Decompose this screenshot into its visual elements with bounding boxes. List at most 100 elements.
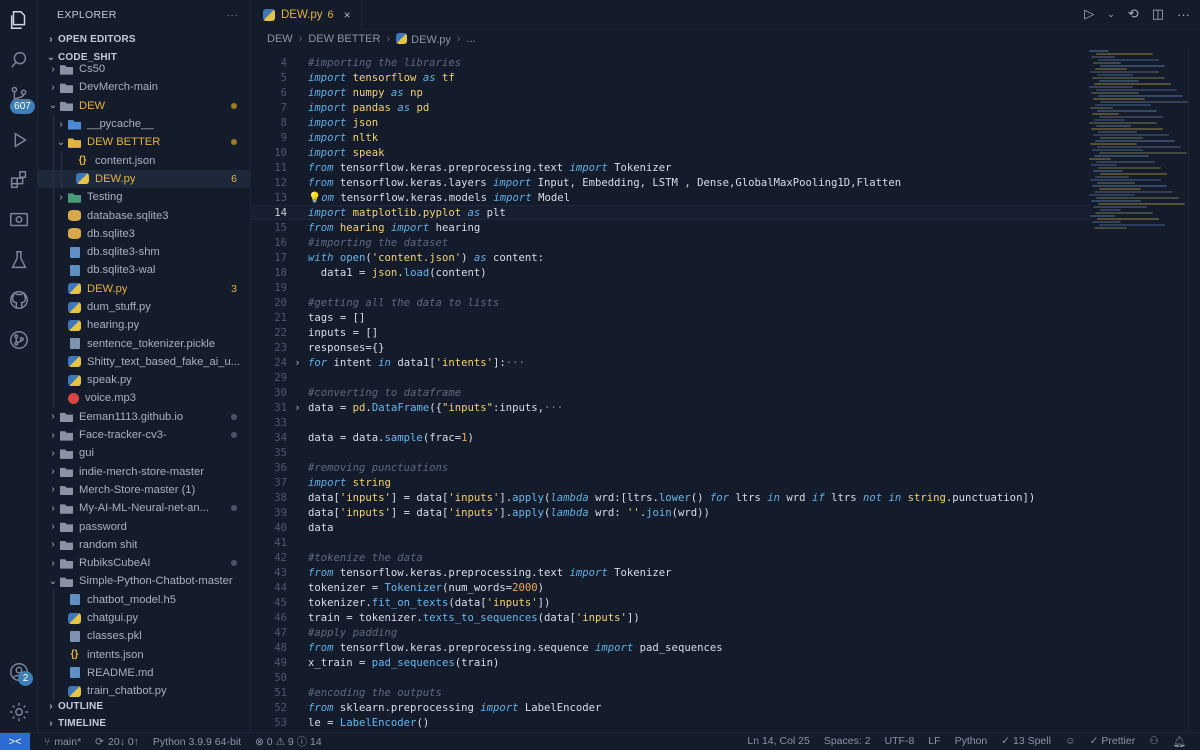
folded-region-ellipsis[interactable]: ··· (506, 357, 525, 369)
tree-folder[interactable]: › Cs50 (38, 60, 250, 78)
tree-folder[interactable]: › My-AI-ML-Neural-net-an... (38, 499, 250, 517)
tree-folder[interactable]: › DevMerch-main (38, 78, 250, 96)
code-line[interactable]: 35 (251, 445, 1091, 460)
branch-indicator[interactable]: ⑂ main* (44, 736, 81, 748)
code-line[interactable]: 16 #importing the dataset (251, 235, 1091, 250)
tree-folder[interactable]: ⌄ DEW (38, 97, 250, 115)
code-line[interactable]: 17 with open('content.json') as content: (251, 250, 1091, 265)
code-line[interactable]: 7 import pandas as pd (251, 100, 1091, 115)
fold-chevron-icon[interactable]: › (287, 402, 308, 414)
tree-file[interactable]: DEW.py 6 (38, 169, 250, 189)
code-line[interactable]: 4 #importing the libraries (251, 55, 1091, 70)
breadcrumb-item[interactable]: DEW BETTER (308, 33, 380, 45)
code-line[interactable]: 45 tokenizer.fit_on_texts(data['inputs']) (251, 595, 1091, 610)
tree-file[interactable]: README.md (38, 663, 250, 683)
code-line[interactable]: 46 train = tokenizer.texts_to_sequences(d… (251, 610, 1091, 625)
code-line[interactable]: 36 #removing punctuations (251, 460, 1091, 475)
code-line[interactable]: 43 from tensorflow.keras.preprocessing.te… (251, 565, 1091, 580)
code-line[interactable]: 33 (251, 415, 1091, 430)
code-line[interactable]: 23 responses={} (251, 340, 1091, 355)
code-line[interactable]: 6 import numpy as np (251, 85, 1091, 100)
code-line[interactable]: 41 (251, 535, 1091, 550)
tree-folder[interactable]: › Eeman1113.github.io (38, 408, 250, 426)
code-line[interactable]: 19 (251, 280, 1091, 295)
more-actions-icon[interactable]: ··· (1177, 7, 1190, 22)
code-line[interactable]: 31 › data = pd.DataFrame({"inputs":inputs,… (251, 400, 1091, 415)
more-actions-icon[interactable]: ··· (227, 9, 238, 21)
notifications-icon[interactable]: 🔔︎ (1173, 735, 1186, 748)
prettier-indicator[interactable]: ✓ Prettier (1090, 735, 1136, 748)
tree-folder[interactable]: › indie-merch-store-master (38, 463, 250, 481)
code-line[interactable]: 42 #tokenize the data (251, 550, 1091, 565)
code-line[interactable]: 15 from hearing import hearing (251, 220, 1091, 235)
tree-folder[interactable]: › Testing (38, 188, 250, 207)
code-line[interactable]: 13 💡om tensorflow.keras.models import Mod… (251, 190, 1091, 205)
copilot-icon[interactable]: ☺ (1065, 735, 1076, 748)
code-line[interactable]: 5 import tensorflow as tf (251, 70, 1091, 85)
sync-indicator[interactable]: ⟳ 20↓ 0↑ (95, 736, 139, 748)
github-icon[interactable] (7, 288, 31, 312)
run-debug-icon[interactable] (7, 128, 31, 152)
code-editor[interactable]: 4 #importing the libraries 5 import tensorf… (251, 55, 1091, 730)
fold-chevron-icon[interactable]: › (287, 357, 308, 369)
code-line[interactable]: 51 #encoding the outputs (251, 685, 1091, 700)
breadcrumb-item[interactable]: DEW.py (396, 32, 451, 46)
code-line[interactable]: 53 le = LabelEncoder() (251, 715, 1091, 730)
tree-file[interactable]: classes.pkl (38, 627, 250, 646)
chevron-down-icon[interactable]: ⌄ (1107, 9, 1115, 20)
minimap[interactable] (1089, 50, 1189, 250)
outline-section[interactable]: › OUTLINE (38, 697, 250, 715)
code-line[interactable]: 40 data (251, 520, 1091, 535)
code-line[interactable]: 20 #getting all the data to lists (251, 295, 1091, 310)
remote-indicator[interactable]: >< (0, 732, 30, 750)
open-editors-section[interactable]: › OPEN EDITORS (38, 30, 250, 48)
remote-explorer-icon[interactable] (7, 208, 31, 232)
tree-file[interactable]: voice.mp3 (38, 389, 250, 408)
tree-folder[interactable]: › __pycache__ (38, 114, 250, 134)
code-line[interactable]: 8 import json (251, 115, 1091, 130)
python-interpreter[interactable]: Python 3.9.9 64-bit (153, 736, 241, 748)
tree-folder[interactable]: › Merch-Store-master (1) (38, 481, 250, 499)
spell-checker[interactable]: ✓ 13 Spell (1001, 735, 1051, 748)
git-graph-icon[interactable] (7, 328, 31, 352)
feedback-icon[interactable]: ⚇ (1149, 735, 1158, 748)
tree-file[interactable]: database.sqlite3 (38, 206, 250, 225)
close-icon[interactable]: × (344, 8, 351, 22)
code-line[interactable]: 47 #apply padding (251, 625, 1091, 640)
code-line[interactable]: 12 from tensorflow.keras.layers import In… (251, 175, 1091, 190)
tree-file[interactable]: DEW.py 3 (38, 279, 250, 298)
problems-indicator[interactable]: ⊗ 0 ⚠ 9 ⓘ 14 (255, 734, 322, 749)
tab-dew-py[interactable]: DEW.py 6 × (251, 0, 362, 30)
tree-folder[interactable]: › random shit (38, 536, 250, 554)
code-line[interactable]: 34 data = data.sample(frac=1) (251, 430, 1091, 445)
tree-folder[interactable]: ⌄ Simple-Python-Chatbot-master (38, 572, 250, 590)
compare-icon[interactable]: ⟲ (1128, 6, 1139, 22)
tree-folder[interactable]: › password (38, 517, 250, 535)
tree-folder[interactable]: › gui (38, 444, 250, 462)
code-line[interactable]: 48 from tensorflow.keras.preprocessing.se… (251, 640, 1091, 655)
breadcrumb-item[interactable]: ... (467, 33, 476, 45)
explorer-icon[interactable] (7, 8, 31, 32)
code-line[interactable]: 21 tags = [] (251, 310, 1091, 325)
timeline-section[interactable]: › TIMELINE (38, 714, 250, 732)
code-line[interactable]: 39 data['inputs'] = data['inputs'].apply(… (251, 505, 1091, 520)
run-icon[interactable]: ▷ (1084, 6, 1094, 22)
code-line[interactable]: 44 tokenizer = Tokenizer(num_words=2000) (251, 580, 1091, 595)
code-line[interactable]: 18 data1 = json.load(content) (251, 265, 1091, 280)
tree-file[interactable]: chatbot_model.h5 (38, 590, 250, 609)
settings-gear-icon[interactable] (7, 700, 31, 724)
code-line[interactable]: 37 import string (251, 475, 1091, 490)
code-line[interactable]: 11 from tensorflow.keras.preprocessing.te… (251, 160, 1091, 175)
vertical-scrollbar[interactable] (1188, 50, 1200, 732)
tree-file[interactable]: hearing.py (38, 316, 250, 335)
code-line[interactable]: 30 #converting to dataframe (251, 385, 1091, 400)
split-editor-icon[interactable]: ◫ (1152, 6, 1164, 22)
code-line[interactable]: 24 › for intent in data1['intents']:··· (251, 355, 1091, 370)
tree-folder[interactable]: ⌄ DEW BETTER (38, 133, 250, 152)
code-line[interactable]: 49 x_train = pad_sequences(train) (251, 655, 1091, 670)
tree-file[interactable]: {} content.json (38, 151, 250, 170)
code-line[interactable]: 52 from sklearn.preprocessing import Labe… (251, 700, 1091, 715)
code-line[interactable]: 22 inputs = [] (251, 325, 1091, 340)
tree-folder[interactable]: › Face-tracker-cv3- (38, 426, 250, 444)
tree-file[interactable]: db.sqlite3-shm (38, 242, 250, 262)
